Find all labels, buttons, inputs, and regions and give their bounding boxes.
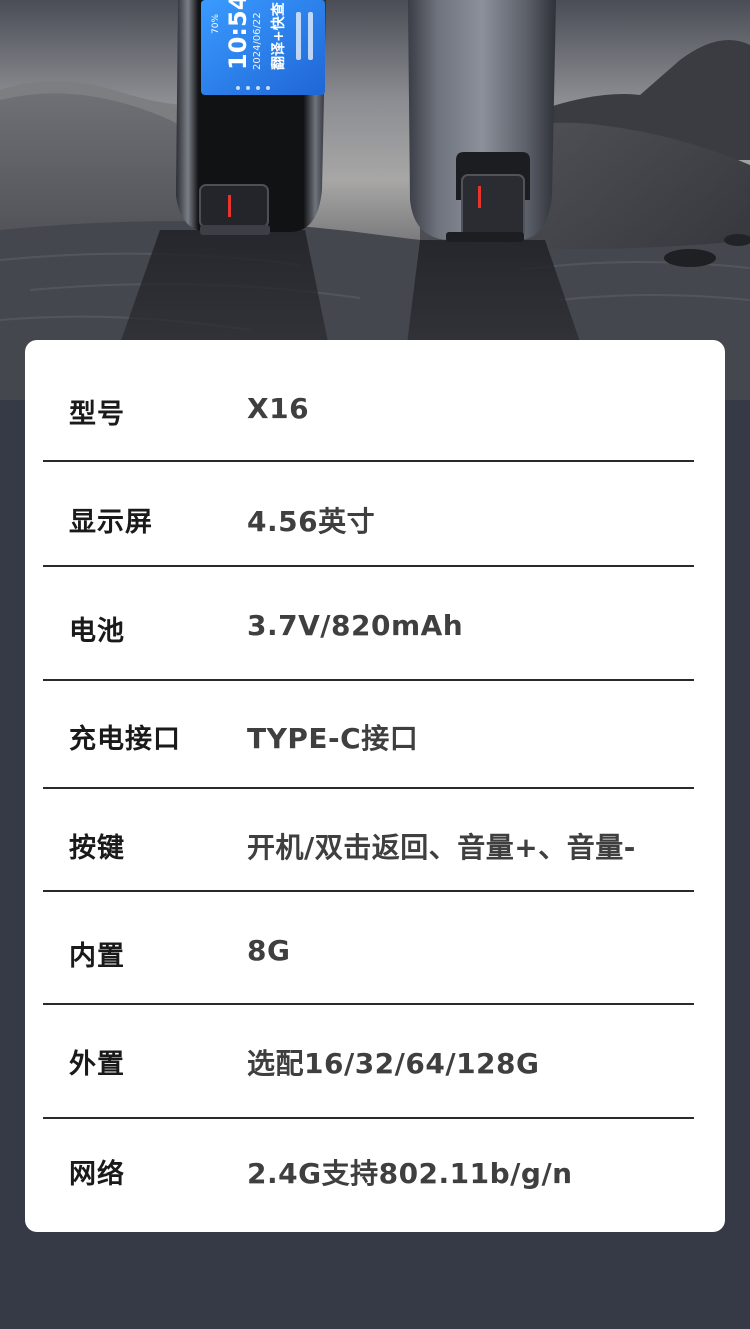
spec-value: 8G xyxy=(247,934,291,967)
row-divider xyxy=(43,679,694,681)
spec-label: 网络 xyxy=(69,1159,125,1190)
spec-label: 电池 xyxy=(69,616,125,647)
spec-label: 内置 xyxy=(69,941,125,972)
svg-text:10:54: 10:54 xyxy=(224,0,252,70)
row-divider xyxy=(43,565,694,567)
pen-front-view: 10:54 2024/06/22 70% 翻译+快查 xyxy=(176,0,326,235)
pen-back-view xyxy=(408,0,556,242)
row-divider xyxy=(43,787,694,789)
spec-table: 型号 X16 显示屏 4.56英寸 电池 3.7V/820mAh 充电接口 TY… xyxy=(25,340,725,1232)
spec-value: 4.56英寸 xyxy=(247,505,376,538)
spec-label: 按键 xyxy=(69,833,125,864)
svg-text:70%: 70% xyxy=(211,14,221,34)
spec-value: 2.4G支持802.11b/g/n xyxy=(247,1157,573,1190)
svg-text:翻译+快查: 翻译+快查 xyxy=(270,1,287,70)
row-divider xyxy=(43,890,694,892)
spec-label: 外置 xyxy=(69,1049,125,1080)
spec-value: 选配16/32/64/128G xyxy=(247,1047,540,1080)
row-divider xyxy=(43,1003,694,1005)
spec-value: 开机/双击返回、音量+、音量- xyxy=(247,831,636,864)
spec-value: 3.7V/820mAh xyxy=(247,609,464,642)
spec-label: 充电接口 xyxy=(69,724,181,755)
spec-value: TYPE-C接口 xyxy=(247,722,419,755)
spec-label: 型号 xyxy=(69,399,125,430)
spec-label: 显示屏 xyxy=(69,507,153,538)
row-divider xyxy=(43,460,694,462)
svg-text:2024/06/22: 2024/06/22 xyxy=(252,12,263,70)
spec-value: X16 xyxy=(247,392,310,425)
row-divider xyxy=(43,1117,694,1119)
